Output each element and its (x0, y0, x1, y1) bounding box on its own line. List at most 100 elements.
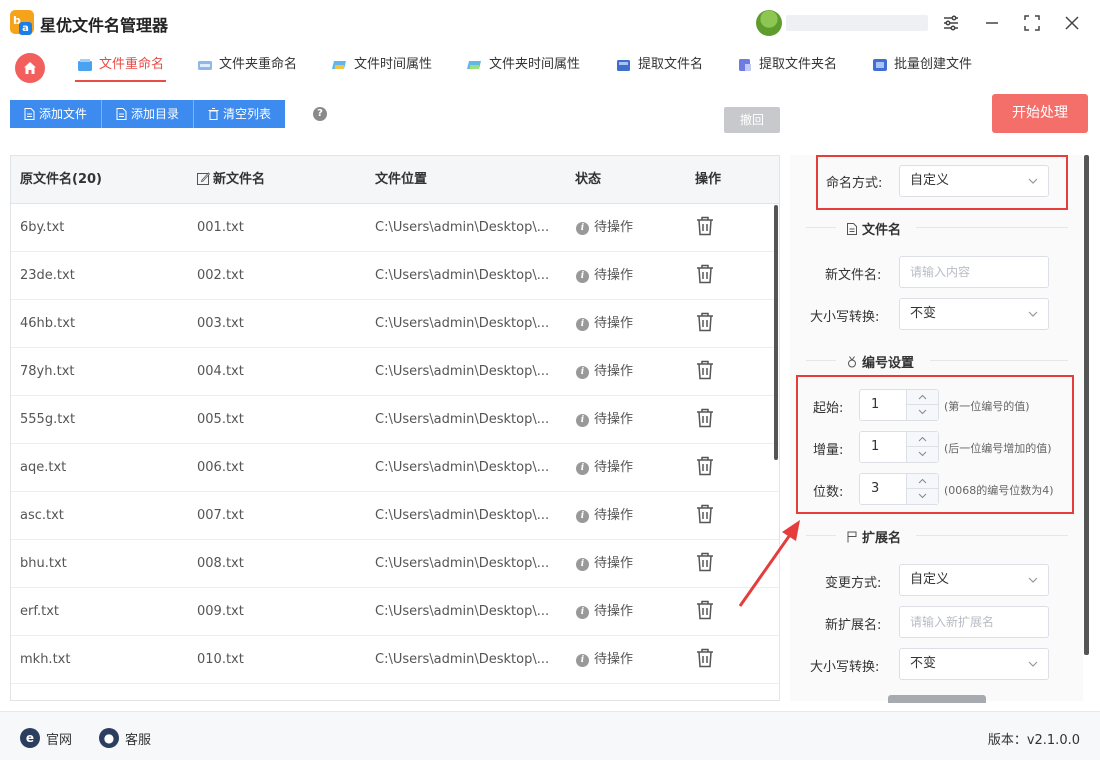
close-icon[interactable] (1061, 12, 1083, 34)
table-row[interactable]: asc.txt 007.txt C:\Users\admin\Desktop\.… (11, 492, 779, 540)
delete-row-button[interactable] (696, 312, 714, 332)
tab-folder-time[interactable]: 文件夹时间属性 (467, 54, 580, 82)
panel-button-partial[interactable] (888, 695, 986, 703)
increment-button[interactable] (906, 474, 938, 489)
home-button[interactable] (15, 53, 45, 83)
batch-create-file-icon (873, 59, 887, 71)
panel-scrollbar[interactable] (1084, 155, 1089, 655)
undo-button[interactable]: 撤回 (724, 107, 780, 133)
delete-row-button[interactable] (696, 552, 714, 572)
medal-icon (848, 356, 856, 368)
clear-list-button[interactable]: 清空列表 (194, 100, 286, 128)
app-title: 星优文件名管理器 (40, 16, 169, 35)
ext-mode-select[interactable]: 自定义 (899, 564, 1049, 596)
cell-status: i 待操作 (576, 492, 633, 540)
decrement-button[interactable] (906, 405, 938, 420)
user-avatar[interactable] (756, 10, 782, 36)
chevron-down-icon (918, 493, 927, 499)
cell-original-name: bhu.txt (20, 556, 67, 571)
tab-extract-filename[interactable]: 提取文件名 (616, 54, 703, 82)
maximize-icon[interactable] (1021, 12, 1043, 34)
tab-folder-rename[interactable]: 文件夹重命名 (197, 54, 297, 82)
status-bar: e 官网 ● 客服 版本：v2.1.0.0 (0, 711, 1100, 760)
delete-row-button[interactable] (696, 600, 714, 620)
table-row[interactable]: 78yh.txt 004.txt C:\Users\admin\Desktop\… (11, 348, 779, 396)
info-icon: i (576, 317, 589, 331)
cell-new-name: 010.txt (197, 652, 244, 667)
cell-new-name: 002.txt (197, 268, 244, 283)
table-row[interactable]: mkh.txt 010.txt C:\Users\admin\Desktop\.… (11, 636, 779, 684)
help-icon[interactable]: ? (313, 107, 327, 121)
trash-icon (697, 216, 713, 236)
trash-icon (697, 504, 713, 524)
info-icon: i (576, 557, 589, 571)
cell-status: i 待操作 (576, 252, 633, 300)
info-icon: i (576, 269, 589, 283)
cell-new-name: 003.txt (197, 316, 244, 331)
info-icon: i (576, 605, 589, 619)
new-filename-input[interactable]: 请输入内容 (899, 256, 1049, 288)
section-extension: 扩展名 (846, 527, 901, 546)
info-icon: i (576, 413, 589, 427)
table-row[interactable]: bhu.txt 008.txt C:\Users\admin\Desktop\.… (11, 540, 779, 588)
table-row[interactable]: 6by.txt 001.txt C:\Users\admin\Desktop\.… (11, 204, 779, 252)
version-label: 版本：v2.1.0.0 (987, 733, 1080, 748)
tab-batch-create-file[interactable]: 批量创建文件 (872, 54, 972, 82)
delete-row-button[interactable] (696, 264, 714, 284)
delete-row-button[interactable] (696, 216, 714, 236)
delete-row-button[interactable] (696, 456, 714, 476)
trash-icon (697, 648, 713, 668)
table-row[interactable]: erf.txt 009.txt C:\Users\admin\Desktop\.… (11, 588, 779, 636)
tab-extract-foldername[interactable]: 提取文件夹名 (737, 54, 837, 82)
chat-bubble-icon: ● (99, 728, 119, 748)
start-stepper[interactable]: 1 (859, 389, 939, 421)
increment-button[interactable] (906, 390, 938, 405)
delete-row-button[interactable] (696, 648, 714, 668)
table-row[interactable]: aqe.txt 006.txt C:\Users\admin\Desktop\.… (11, 444, 779, 492)
ext-case-select[interactable]: 不变 (899, 648, 1049, 680)
cell-status: i 待操作 (576, 588, 633, 636)
new-ext-input[interactable]: 请输入新扩展名 (899, 606, 1049, 638)
table-row[interactable]: 23de.txt 002.txt C:\Users\admin\Desktop\… (11, 252, 779, 300)
settings-sliders-icon[interactable] (940, 12, 962, 34)
new-filename-label: 新文件名: (825, 268, 882, 283)
digits-stepper[interactable]: 3 (859, 473, 939, 505)
cell-original-name: 555g.txt (20, 412, 76, 427)
minimize-icon[interactable] (981, 12, 1003, 34)
status-text: 待操作 (594, 508, 634, 523)
ext-mode-label: 变更方式: (825, 576, 882, 591)
delete-row-button[interactable] (696, 504, 714, 524)
cell-status: i 待操作 (576, 300, 633, 348)
delete-row-button[interactable] (696, 360, 714, 380)
col-location: 文件位置 (375, 172, 428, 187)
naming-mode-select[interactable]: 自定义 (899, 165, 1049, 197)
cell-new-name: 005.txt (197, 412, 244, 427)
cell-original-name: mkh.txt (20, 652, 71, 667)
cell-new-name: 007.txt (197, 508, 244, 523)
divider (806, 535, 836, 536)
cell-location: C:\Users\admin\Desktop\... (375, 460, 550, 475)
col-new-name: 新文件名 (197, 156, 265, 204)
decrement-button[interactable] (906, 447, 938, 462)
tab-file-rename[interactable]: 文件重命名 (74, 54, 167, 82)
website-link[interactable]: e 官网 (20, 728, 72, 748)
info-icon: i (576, 653, 589, 667)
support-link[interactable]: ● 客服 (99, 728, 151, 748)
trash-icon (208, 108, 219, 120)
table-row[interactable]: 46hb.txt 003.txt C:\Users\admin\Desktop\… (11, 300, 779, 348)
case-convert-select[interactable]: 不变 (899, 298, 1049, 330)
table-row[interactable]: 555g.txt 005.txt C:\Users\admin\Desktop\… (11, 396, 779, 444)
add-file-button[interactable]: 添加文件 (10, 100, 103, 128)
decrement-button[interactable] (906, 489, 938, 504)
delete-row-button[interactable] (696, 408, 714, 428)
document-icon (847, 223, 857, 235)
digits-hint: (0068的编号位数为4) (944, 484, 1054, 497)
table-scrollbar[interactable] (774, 205, 778, 460)
start-processing-button[interactable]: 开始处理 (992, 94, 1088, 133)
chevron-down-icon (1028, 577, 1038, 583)
tab-file-time[interactable]: 文件时间属性 (332, 54, 432, 82)
add-directory-button[interactable]: 添加目录 (102, 100, 195, 128)
increment-stepper[interactable]: 1 (859, 431, 939, 463)
increment-button[interactable] (906, 432, 938, 447)
trash-icon (697, 552, 713, 572)
